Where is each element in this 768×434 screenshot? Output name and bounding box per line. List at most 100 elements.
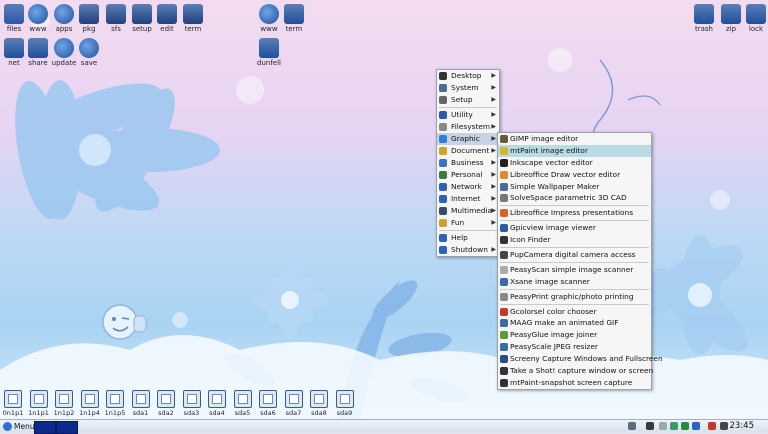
drive-icon-sda5[interactable]: sda5 (231, 390, 255, 417)
menu-item-graphic[interactable]: Graphic ▶ (437, 133, 499, 145)
menu-item-personal[interactable]: Personal ▶ (437, 169, 499, 181)
menu-item-internet[interactable]: Internet ▶ (437, 193, 499, 205)
menu-separator (500, 220, 649, 222)
drive-icon-sda7[interactable]: sda7 (282, 390, 306, 417)
submenu-arrow-icon: ▶ (491, 246, 496, 253)
submenu-arrow-icon: ▶ (491, 72, 496, 79)
menu-item-icon (439, 219, 447, 227)
desktop-icon-term[interactable]: term (279, 4, 309, 33)
menu-item-screeny-capture-windows-and-fullscreen[interactable]: Screeny Capture Windows and Fullscreen (498, 353, 663, 365)
desktop-icon-dunfell[interactable]: dunfell (254, 38, 284, 67)
tray-network-icon[interactable] (646, 422, 654, 430)
menu-item-icon (500, 146, 508, 155)
menu-item-setup[interactable]: Setup ▶ (437, 94, 499, 106)
menu-item-inkscape-vector-editor[interactable]: Inkscape vector editor (498, 157, 651, 169)
menu-item-gcolorsel-color-chooser[interactable]: Gcolorsel color chooser (498, 306, 651, 318)
menu-item-libreoffice-draw-vector-editor[interactable]: Libreoffice Draw vector editor (498, 169, 651, 181)
drive-icon-sda4[interactable]: sda4 (205, 390, 229, 417)
taskbar-window-button[interactable] (56, 421, 78, 434)
desktop-icon-label: lock (748, 25, 764, 33)
drive-icon-sda2[interactable]: sda2 (154, 390, 178, 417)
drive-icon-1n1p2[interactable]: 1n1p2 (52, 390, 76, 417)
drive-label: 1n1p1 (28, 409, 49, 417)
drive-label: sda3 (183, 409, 200, 417)
menu-item-help[interactable]: Help (437, 232, 499, 244)
tray-battery-icon[interactable] (681, 422, 689, 430)
menu-item-peasyscale-jpeg-resizer[interactable]: PeasyScale JPEG resizer (498, 341, 651, 353)
menu-item-icon (439, 207, 447, 215)
drive-icon (55, 390, 73, 408)
desktop-icon-term[interactable]: term (178, 4, 208, 33)
menu-item-fun[interactable]: Fun ▶ (437, 217, 499, 229)
menu-item-business[interactable]: Business ▶ (437, 157, 499, 169)
menu-item-icon (500, 135, 508, 143)
drive-icon-sda8[interactable]: sda8 (307, 390, 331, 417)
tray-usb-icon[interactable] (659, 422, 667, 430)
menu-item-peasyscan-simple-image-scanner[interactable]: PeasyScan simple image scanner (498, 264, 651, 276)
desktop-icon-lock[interactable]: lock (741, 4, 768, 33)
menu-item-xsane-image-scanner[interactable]: Xsane image scanner (498, 276, 651, 288)
tray-sound-icon[interactable] (628, 422, 636, 430)
drive-icon-sda9[interactable]: sda9 (333, 390, 357, 417)
menu-item-label: Fun (451, 218, 465, 227)
menu-item-shutdown[interactable]: Shutdown ▶ (437, 244, 499, 256)
menu-item-label: Inkscape vector editor (510, 157, 593, 167)
main-menu: Desktop ▶ System ▶ Setup ▶ Utility ▶ Filesystem ▶… (436, 69, 500, 257)
drive-icon-sda3[interactable]: sda3 (180, 390, 204, 417)
clock[interactable]: 23:45 (730, 420, 755, 432)
drive-label: 0n1p1 (2, 409, 24, 417)
tray-update-icon[interactable] (692, 422, 700, 430)
menu-item-pupcamera-digital-camera-access[interactable]: PupCamera digital camera access (498, 249, 651, 261)
menu-item-system[interactable]: System ▶ (437, 82, 499, 94)
drive-icon-1n1p5[interactable]: 1n1p5 (103, 390, 127, 417)
menu-item-icon (439, 84, 447, 92)
menu-item-icon-finder[interactable]: Icon Finder (498, 234, 651, 246)
menu-item-label: Desktop (451, 71, 482, 80)
submenu-arrow-icon: ▶ (491, 123, 496, 130)
menu-item-maag-make-an-animated-gif[interactable]: MAAG make an animated GIF (498, 317, 651, 329)
submenu-arrow-icon: ▶ (491, 96, 496, 103)
taskbar-window-button[interactable] (34, 421, 56, 434)
drive-icon-sda1[interactable]: sda1 (129, 390, 153, 417)
menu-item-icon (500, 158, 508, 167)
trash-icon (694, 4, 714, 24)
menu-item-label: Gcolorsel color chooser (510, 306, 597, 316)
menu-item-label: Libreoffice Impress presentations (510, 208, 634, 218)
menu-item-filesystem[interactable]: Filesystem ▶ (437, 121, 499, 133)
drive-icon-sda6[interactable]: sda6 (256, 390, 280, 417)
tray-status-icon[interactable] (670, 422, 678, 430)
menu-item-mtpaint-image-editor[interactable]: mtPaint image editor (498, 144, 651, 157)
drive-icon-1n1p1[interactable]: 1n1p1 (27, 390, 51, 417)
menu-item-document[interactable]: Document ▶ (437, 145, 499, 157)
menu-item-gimp-image-editor[interactable]: GIMP image editor (498, 133, 651, 145)
menu-item-utility[interactable]: Utility ▶ (437, 109, 499, 121)
menu-item-label: Help (451, 233, 468, 242)
menu-item-label: Gpicview image viewer (510, 223, 596, 233)
drive-icon-0n1p1[interactable]: 0n1p1 (1, 390, 25, 417)
www-icon (28, 4, 48, 24)
menu-item-network[interactable]: Network ▶ (437, 181, 499, 193)
menu-button[interactable]: Menu (1, 421, 39, 432)
menu-item-take-a-shot-capture-window-or-screen[interactable]: Take a Shot! capture window or screen (498, 365, 653, 377)
tray-alert-icon[interactable] (708, 422, 716, 430)
desktop-icon-pkg[interactable]: pkg (74, 4, 104, 33)
submenu-arrow-icon: ▶ (491, 207, 496, 214)
drive-icon-1n1p4[interactable]: 1n1p4 (78, 390, 102, 417)
menu-item-libreoffice-impress-presentations[interactable]: Libreoffice Impress presentations (498, 207, 651, 219)
menu-item-multimedia[interactable]: Multimedia ▶ (437, 205, 499, 217)
menu-item-desktop[interactable]: Desktop ▶ (437, 70, 499, 82)
taskbar: Menu 23:45 (0, 419, 768, 434)
menu-item-peasyglue-image-joiner[interactable]: PeasyGlue image joiner (498, 329, 651, 341)
menu-item-mtpaint-snapshot-screen-capture[interactable]: mtPaint-snapshot screen capture (498, 377, 651, 389)
menu-item-label: Libreoffice Draw vector editor (510, 169, 621, 179)
menu-item-peasyprint-graphic-photo-printing[interactable]: PeasyPrint graphic/photo printing (498, 291, 651, 303)
submenu-arrow-icon: ▶ (491, 183, 496, 190)
desktop-icon-save[interactable]: save (74, 38, 104, 67)
menu-item-gpicview-image-viewer[interactable]: Gpicview image viewer (498, 222, 651, 234)
menu-item-simple-wallpaper-maker[interactable]: Simple Wallpaper Maker (498, 181, 651, 193)
tray-keyboard-icon[interactable] (720, 422, 728, 430)
files-icon (4, 4, 24, 24)
menu-item-solvespace-parametric-3d-cad[interactable]: SolveSpace parametric 3D CAD (498, 192, 651, 204)
desktop-icon-trash[interactable]: trash (689, 4, 719, 33)
menu-separator (500, 261, 649, 263)
